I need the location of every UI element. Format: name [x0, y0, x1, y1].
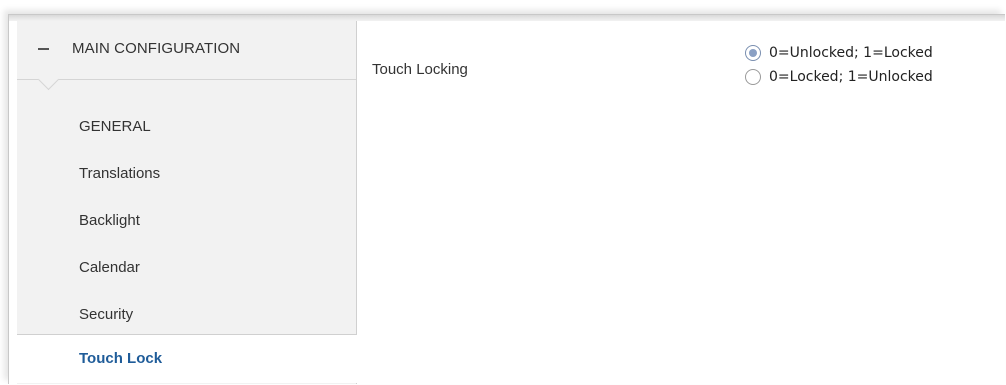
radio-option-locked-unlocked[interactable]: 0=Locked; 1=Unlocked	[745, 65, 933, 89]
radio-option-unlocked-locked[interactable]: 0=Unlocked; 1=Locked	[745, 41, 933, 65]
sidebar-item-label: Translations	[79, 165, 161, 182]
sidebar-item-calendar[interactable]: Calendar	[17, 244, 356, 291]
sidebar-section-header[interactable]: MAIN CONFIGURATION	[17, 21, 356, 80]
sidebar-item-label: Touch Lock	[79, 350, 163, 367]
sidebar-item-label: Calendar	[79, 259, 140, 276]
radio-unselected-icon[interactable]	[745, 69, 761, 85]
sidebar-item-touch-lock[interactable]: Touch Lock	[17, 334, 357, 383]
radio-selected-icon[interactable]	[745, 45, 761, 61]
section-title: MAIN CONFIGURATION	[72, 40, 241, 57]
sidebar: MAIN CONFIGURATION GENERAL Translations …	[17, 21, 357, 384]
sidebar-item-backlight[interactable]: Backlight	[17, 197, 356, 244]
sidebar-item-label: Backlight	[79, 212, 140, 229]
sidebar-item-security[interactable]: Security	[17, 291, 356, 338]
sidebar-item-label: Security	[79, 306, 134, 323]
sidebar-item-translations[interactable]: Translations	[17, 150, 356, 197]
sidebar-item-general[interactable]: GENERAL	[17, 103, 356, 150]
collapse-icon[interactable]	[38, 48, 49, 50]
touch-locking-label: Touch Locking	[372, 61, 468, 78]
touch-locking-radio-group: 0=Unlocked; 1=Locked 0=Locked; 1=Unlocke…	[745, 41, 933, 89]
configuration-window: MAIN CONFIGURATION GENERAL Translations …	[8, 14, 1005, 384]
parameter-panel: Touch Locking 0=Unlocked; 1=Locked 0=Loc…	[357, 21, 1005, 384]
radio-label: 0=Locked; 1=Unlocked	[769, 69, 933, 85]
radio-label: 0=Unlocked; 1=Locked	[769, 45, 933, 61]
sidebar-item-label: GENERAL	[79, 118, 151, 135]
